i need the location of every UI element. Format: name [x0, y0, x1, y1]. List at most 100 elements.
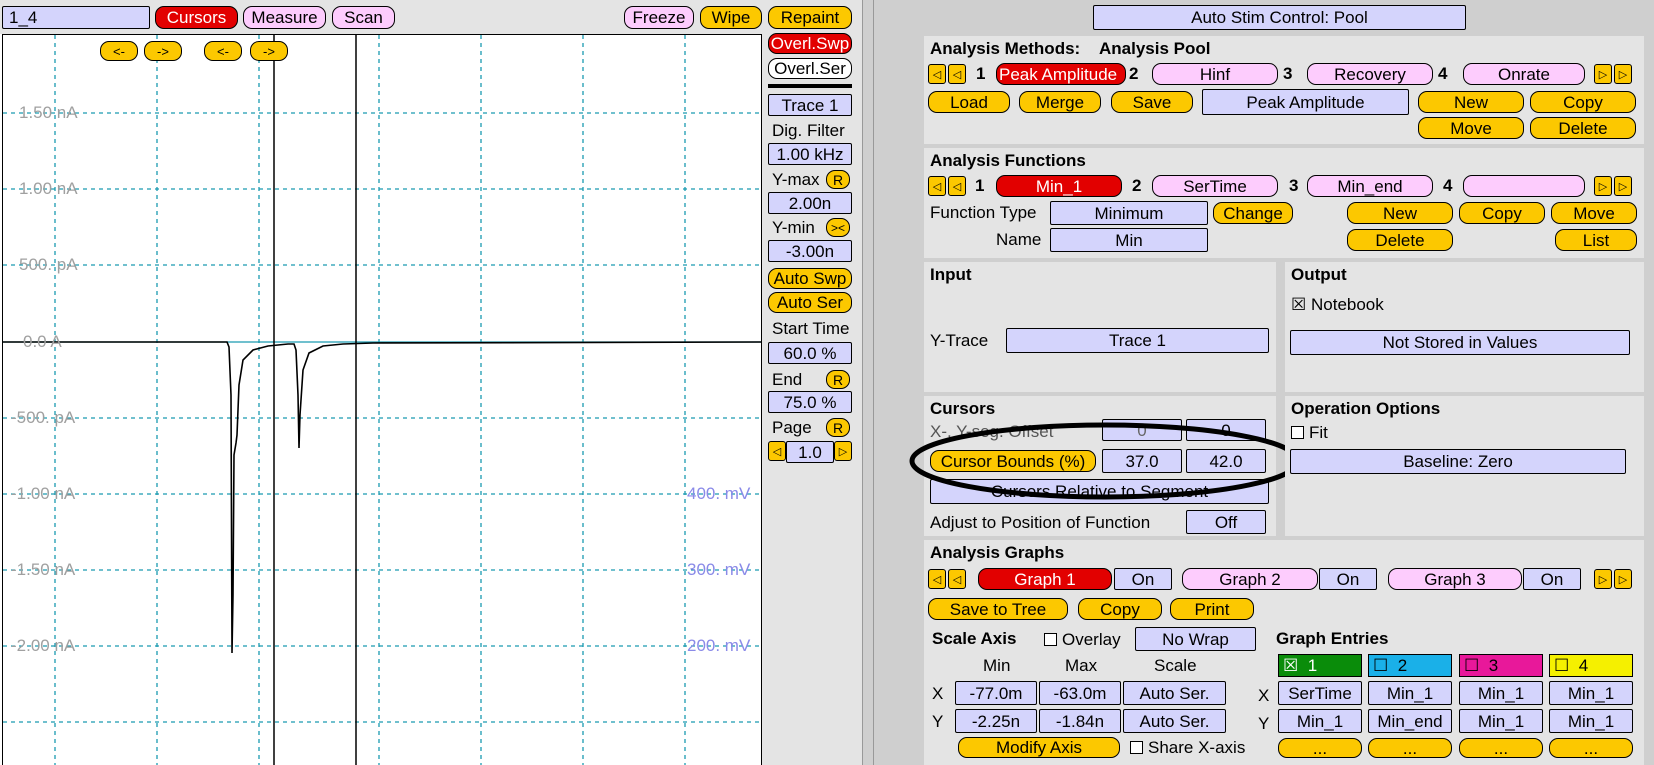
y-min-field[interactable]: -2.25n: [955, 709, 1037, 733]
entry-1-y[interactable]: Min_1: [1278, 709, 1362, 733]
functions-prev-icon[interactable]: ◁: [928, 176, 946, 196]
y-max-field[interactable]: -1.84n: [1039, 709, 1121, 733]
end-reset-button[interactable]: R: [826, 370, 850, 389]
auto-sweep-button[interactable]: Auto Swp: [768, 268, 852, 289]
entry-4-y[interactable]: Min_1: [1549, 709, 1633, 733]
method-onrate[interactable]: Onrate: [1463, 63, 1585, 85]
functions-move-button[interactable]: Move: [1551, 202, 1637, 224]
x-scale-field[interactable]: Auto Ser.: [1123, 681, 1226, 705]
graph-3-toggle[interactable]: On: [1523, 568, 1581, 590]
page-next-icon[interactable]: ▷: [834, 441, 852, 461]
oscilloscope-display[interactable]: <- -> <- -> 1.50 nA 1.00 nA 500. pA 0.0 …: [2, 34, 762, 765]
methods-prev-icon[interactable]: ◁: [928, 64, 946, 84]
graphs-next-icon[interactable]: ▷: [1594, 569, 1612, 589]
ymax-reset-button[interactable]: R: [826, 170, 850, 189]
notebook-checkbox[interactable]: ☒ Notebook: [1291, 295, 1384, 315]
x-max-field[interactable]: -63.0m: [1039, 681, 1121, 705]
wipe-button[interactable]: Wipe: [700, 6, 762, 29]
overlay-series-button[interactable]: Overl.Ser: [768, 58, 852, 79]
x-min-field[interactable]: -77.0m: [955, 681, 1037, 705]
share-x-axis-checkbox[interactable]: Share X-axis: [1130, 738, 1245, 758]
graph-2-toggle[interactable]: On: [1319, 568, 1377, 590]
start-time-field[interactable]: 60.0 %: [768, 342, 852, 364]
function-slot-4[interactable]: [1463, 175, 1585, 197]
graphs-copy-button[interactable]: Copy: [1078, 598, 1162, 620]
ymax-field[interactable]: 2.00n: [768, 192, 852, 214]
cursor-left-button[interactable]: <-: [100, 41, 138, 61]
methods-new-button[interactable]: New: [1418, 91, 1524, 113]
entry-4-x[interactable]: Min_1: [1549, 681, 1633, 705]
graphs-print-button[interactable]: Print: [1170, 598, 1254, 620]
graph-3-button[interactable]: Graph 3: [1388, 568, 1522, 590]
entry-1-header[interactable]: ☒ 1: [1278, 654, 1362, 677]
entry-1-options-button[interactable]: ...: [1278, 738, 1362, 758]
scan-button[interactable]: Scan: [332, 6, 395, 29]
methods-delete-button[interactable]: Delete: [1530, 117, 1636, 139]
method-recovery[interactable]: Recovery: [1307, 63, 1433, 85]
save-to-tree-button[interactable]: Save to Tree: [928, 598, 1068, 620]
entry-1-x[interactable]: SerTime: [1278, 681, 1362, 705]
methods-next2-icon[interactable]: ▷: [1614, 64, 1632, 84]
graphs-next2-icon[interactable]: ▷: [1614, 569, 1632, 589]
methods-merge-button[interactable]: Merge: [1019, 91, 1101, 113]
methods-load-button[interactable]: Load: [928, 91, 1010, 113]
freeze-button[interactable]: Freeze: [624, 6, 694, 29]
methods-prev2-icon[interactable]: ◁: [948, 64, 966, 84]
cursor2-left-button[interactable]: <-: [204, 41, 242, 61]
no-wrap-button[interactable]: No Wrap: [1135, 627, 1256, 651]
entry-4-options-button[interactable]: ...: [1549, 738, 1633, 758]
end-time-field[interactable]: 75.0 %: [768, 391, 852, 413]
methods-move-button[interactable]: Move: [1418, 117, 1524, 139]
stored-values-selector[interactable]: Not Stored in Values: [1290, 330, 1630, 355]
modify-axis-button[interactable]: Modify Axis: [958, 737, 1120, 758]
entry-3-y[interactable]: Min_1: [1459, 709, 1543, 733]
series-field[interactable]: 1_4: [2, 6, 150, 29]
ymin-field[interactable]: -3.00n: [768, 240, 852, 262]
overlay-checkbox[interactable]: Overlay: [1044, 630, 1121, 650]
entry-3-header[interactable]: ☐ 3: [1459, 654, 1543, 677]
auto-stim-control-button[interactable]: Auto Stim Control: Pool: [1093, 5, 1466, 30]
methods-copy-button[interactable]: Copy: [1530, 91, 1636, 113]
entry-4-header[interactable]: ☐ 4: [1549, 654, 1633, 677]
page-field[interactable]: 1.0: [786, 441, 834, 463]
method-peak-amplitude[interactable]: Peak Amplitude: [996, 63, 1126, 85]
ytrace-selector[interactable]: Trace 1: [1006, 328, 1269, 353]
entry-3-x[interactable]: Min_1: [1459, 681, 1543, 705]
entry-2-options-button[interactable]: ...: [1368, 738, 1452, 758]
measure-button[interactable]: Measure: [243, 6, 326, 29]
cursor-right-button[interactable]: ->: [144, 41, 182, 61]
entry-2-x[interactable]: Min_1: [1368, 681, 1452, 705]
graphs-prev-icon[interactable]: ◁: [928, 569, 946, 589]
graphs-prev2-icon[interactable]: ◁: [948, 569, 966, 589]
page-prev-icon[interactable]: ◁: [768, 441, 786, 461]
y-scale-field[interactable]: Auto Ser.: [1123, 709, 1226, 733]
functions-new-button[interactable]: New: [1347, 202, 1453, 224]
cursors-button[interactable]: Cursors: [155, 6, 238, 29]
methods-next-icon[interactable]: ▷: [1594, 64, 1612, 84]
cursor2-right-button[interactable]: ->: [250, 41, 288, 61]
adjust-position-toggle[interactable]: Off: [1186, 510, 1266, 534]
entry-2-y[interactable]: Min_end: [1368, 709, 1452, 733]
functions-next-icon[interactable]: ▷: [1594, 176, 1612, 196]
function-change-button[interactable]: Change: [1213, 202, 1293, 224]
function-min-end[interactable]: Min_end: [1307, 175, 1433, 197]
function-type-field[interactable]: Minimum: [1050, 201, 1208, 225]
swap-y-button[interactable]: ><: [826, 218, 850, 237]
graph-2-button[interactable]: Graph 2: [1182, 568, 1318, 590]
baseline-selector[interactable]: Baseline: Zero: [1290, 449, 1626, 474]
function-sertime[interactable]: SerTime: [1152, 175, 1278, 197]
current-method-field[interactable]: Peak Amplitude: [1202, 89, 1409, 115]
methods-save-button[interactable]: Save: [1111, 91, 1193, 113]
functions-next2-icon[interactable]: ▷: [1614, 176, 1632, 196]
functions-copy-button[interactable]: Copy: [1459, 202, 1545, 224]
dig-filter-field[interactable]: 1.00 kHz: [768, 143, 852, 165]
trace-selector[interactable]: Trace 1: [768, 94, 852, 116]
function-name-field[interactable]: Min: [1050, 228, 1208, 252]
graph-1-toggle[interactable]: On: [1114, 568, 1172, 590]
functions-prev2-icon[interactable]: ◁: [948, 176, 966, 196]
auto-series-button[interactable]: Auto Ser: [768, 292, 852, 313]
graph-1-button[interactable]: Graph 1: [978, 568, 1112, 590]
entry-2-header[interactable]: ☐ 2: [1368, 654, 1452, 677]
function-min-1[interactable]: Min_1: [996, 175, 1122, 197]
overlay-sweeps-button[interactable]: Overl.Swp: [768, 33, 852, 54]
